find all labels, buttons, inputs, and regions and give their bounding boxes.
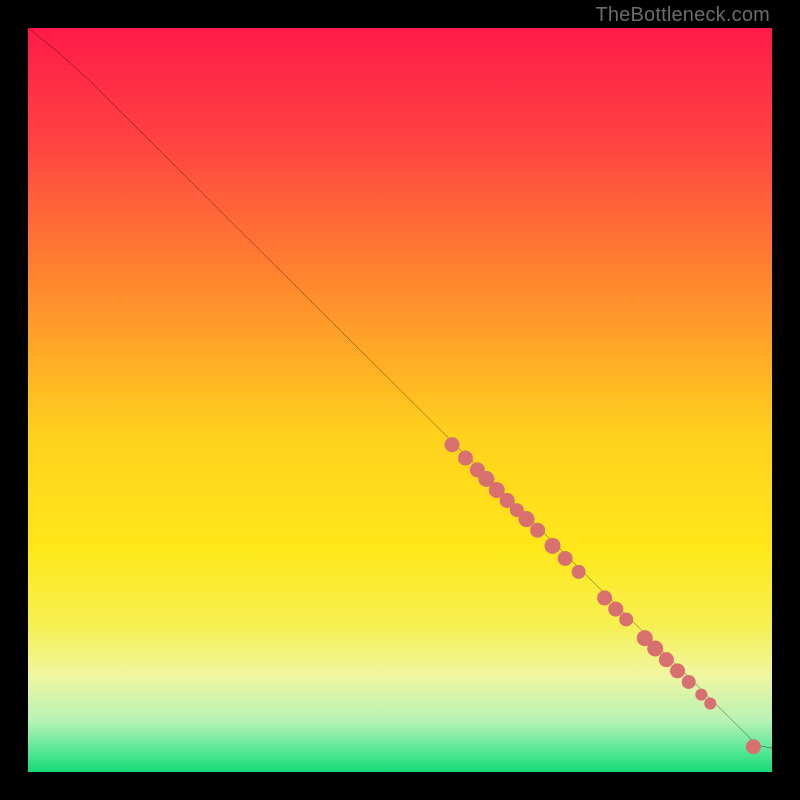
data-marker: [682, 675, 696, 689]
data-marker: [771, 740, 772, 756]
bottleneck-curve: [28, 28, 772, 748]
marker-group: [445, 437, 772, 756]
data-marker: [458, 451, 473, 466]
data-marker: [704, 698, 716, 710]
data-marker: [647, 640, 663, 656]
data-marker: [445, 437, 460, 452]
watermark-label: TheBottleneck.com: [595, 4, 770, 27]
data-marker: [608, 602, 623, 617]
data-marker: [746, 739, 761, 754]
chart-root: TheBottleneck.com: [0, 0, 800, 800]
plot-area: [28, 28, 772, 772]
data-marker: [597, 590, 612, 605]
data-marker: [619, 612, 633, 626]
data-marker: [659, 652, 674, 667]
data-marker: [572, 565, 586, 579]
data-marker: [670, 663, 685, 678]
data-marker: [518, 511, 534, 527]
data-marker: [530, 523, 545, 538]
curve-layer: [28, 28, 772, 772]
data-marker: [695, 689, 707, 701]
data-marker: [545, 538, 561, 554]
data-marker: [558, 551, 573, 566]
